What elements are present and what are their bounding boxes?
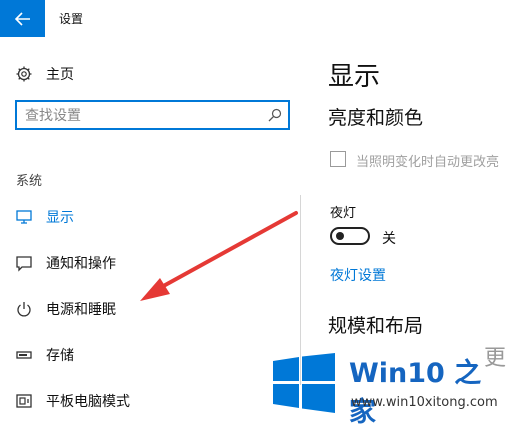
watermark: Win10 之家 www.win10xitong.com — [273, 345, 506, 428]
watermark-url: www.win10xitong.com — [351, 395, 498, 410]
watermark-brand: Win10 之家 — [349, 358, 482, 428]
windows-logo-icon — [273, 353, 335, 413]
